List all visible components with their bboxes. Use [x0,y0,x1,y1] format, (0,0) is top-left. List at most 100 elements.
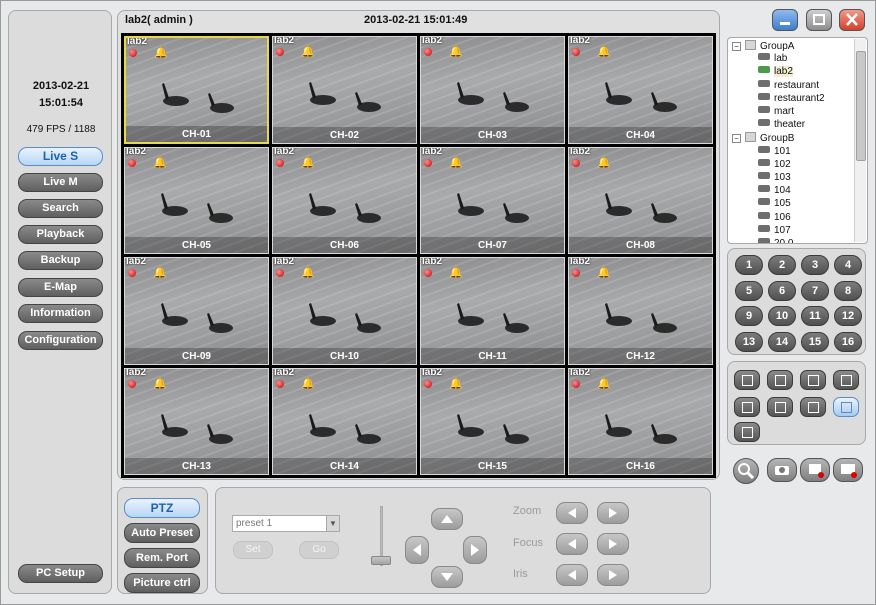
tree-device-item[interactable]: 106 [758,211,791,223]
fullscreen-button[interactable] [734,422,760,442]
channel-15-button[interactable]: 15 [801,331,829,352]
zoom-in-button[interactable] [597,502,629,524]
channel-5-button[interactable]: 5 [735,280,763,301]
pan-up-button[interactable] [431,508,463,530]
channel-label: CH-10 [330,350,359,362]
camera-label: lab2 [570,36,591,46]
tree-device-item[interactable]: 105 [758,198,791,209]
focus-far-button[interactable] [597,533,629,555]
channel-11-button[interactable]: 11 [801,306,829,326]
tree-scrollbar[interactable] [854,39,866,242]
tree-device-item[interactable]: 104 [758,185,791,196]
camera-icon [758,211,770,219]
pan-right-button[interactable] [463,536,487,564]
maximize-button[interactable] [806,9,832,31]
pan-left-button[interactable] [405,536,429,564]
focus-near-button[interactable] [556,533,588,555]
video-tile[interactable]: lab2 🔔 CH-13 [124,367,269,475]
video-tile[interactable]: lab2 🔔 CH-07 [420,146,565,254]
channel-14-button[interactable]: 14 [768,331,796,352]
channel-13-button[interactable]: 13 [735,331,763,352]
channel-9-button[interactable]: 9 [735,306,763,326]
menu-backup-button[interactable]: Backup [18,251,103,270]
layout-sequence-button[interactable] [800,397,826,417]
pc-setup-button[interactable]: PC Setup [18,564,103,583]
tree-device-item[interactable]: theater [758,119,805,130]
layout-1x1-button[interactable] [734,370,760,390]
channel-8-button[interactable]: 8 [834,280,862,301]
menu-emap-button[interactable]: E-Map [18,278,103,297]
channel-10-button[interactable]: 10 [768,306,796,326]
preset-set-button[interactable]: Set [233,541,273,559]
tree-device-item[interactable]: 107 [758,224,791,236]
channel-16-button[interactable]: 16 [834,331,862,352]
channel-7-button[interactable]: 7 [801,280,829,301]
record-indicator-icon [276,158,284,167]
tab-ptz[interactable]: PTZ [124,498,200,518]
record-dvr-button[interactable] [833,458,863,482]
preset-go-button[interactable]: Go [299,541,339,559]
record-pc-button[interactable] [800,458,830,482]
zoom-out-button[interactable] [556,502,588,524]
tree-device-item[interactable]: restaurant [758,79,819,91]
video-tile[interactable]: lab2 🔔 CH-05 [124,146,269,254]
tree-group-groupa[interactable]: − GroupA [732,40,794,52]
tree-scrollbar-thumb[interactable] [856,51,866,161]
tree-device-item[interactable]: mart [758,106,794,117]
geese-image [161,413,233,444]
video-tile[interactable]: lab2 🔔 CH-12 [568,257,713,365]
minimize-button[interactable] [772,9,798,31]
layout-3x3-button[interactable] [800,370,826,390]
video-tile[interactable]: lab2 🔔 CH-15 [420,367,565,475]
video-tile[interactable]: lab2 🔔 CH-06 [272,146,417,254]
tree-item-label: GroupB [760,133,795,145]
menu-live-m-button[interactable]: Live M [18,173,103,192]
video-tile[interactable]: lab2 🔔 CH-16 [568,367,713,475]
tab-picture-ctrl[interactable]: Picture ctrl [124,573,200,593]
video-tile[interactable]: lab2 🔔 CH-03 [420,36,565,144]
layout-1plus5-button[interactable] [833,370,859,390]
layout-2x2-button[interactable] [767,370,793,390]
channel-3-button[interactable]: 3 [801,255,829,275]
tree-device-item[interactable]: lab2 [758,66,793,78]
menu-information-button[interactable]: Information [18,304,103,323]
channel-12-button[interactable]: 12 [834,306,862,326]
menu-configuration-button[interactable]: Configuration [18,331,103,350]
layout-4x4-button[interactable] [833,397,859,417]
channel-6-button[interactable]: 6 [768,280,796,301]
tree-device-item[interactable]: 20.0 [758,238,793,243]
zoom-tool-button[interactable] [733,458,759,484]
tree-device-item[interactable]: lab [758,53,787,64]
iris-close-button[interactable] [556,564,588,586]
layout-1plus7-button[interactable] [734,397,760,417]
video-tile[interactable]: lab2 🔔 CH-11 [420,257,565,365]
channel-1-button[interactable]: 1 [735,255,763,275]
layout-1plus8-button[interactable] [767,397,793,417]
pan-down-button[interactable] [431,566,463,588]
channel-4-button[interactable]: 4 [834,255,862,275]
tree-device-item[interactable]: 102 [758,158,791,170]
menu-live-s-button[interactable]: Live S [18,147,103,166]
video-tile[interactable]: lab2 🔔 CH-10 [272,257,417,365]
iris-open-button[interactable] [597,564,629,586]
close-button[interactable] [839,9,865,31]
menu-playback-button[interactable]: Playback [18,225,103,244]
video-tile[interactable]: lab2 🔔 CH-04 [568,36,713,144]
video-tile[interactable]: lab2 🔔 CH-09 [124,257,269,365]
snapshot-button[interactable] [767,458,797,482]
speed-slider-thumb[interactable] [371,556,391,565]
video-tile[interactable]: lab2 🔔 CH-08 [568,146,713,254]
tree-device-item[interactable]: 103 [758,172,791,183]
channel-2-button[interactable]: 2 [768,255,796,275]
tree-group-groupb[interactable]: − GroupB [732,132,794,144]
tab-auto-preset[interactable]: Auto Preset [124,523,200,543]
tab-rem-port[interactable]: Rem. Port [124,548,200,568]
menu-search-button[interactable]: Search [18,199,103,218]
video-tile[interactable]: lab2 🔔 CH-14 [272,367,417,475]
tree-device-item[interactable]: restaurant2 [758,92,825,104]
video-tile[interactable]: lab2 🔔 CH-02 [272,36,417,144]
preset-select[interactable]: preset 1 ▼ [232,515,340,532]
geese-image [605,413,677,444]
tree-device-item[interactable]: 101 [758,145,791,157]
video-tile[interactable]: lab2 🔔 CH-01 [124,36,269,144]
